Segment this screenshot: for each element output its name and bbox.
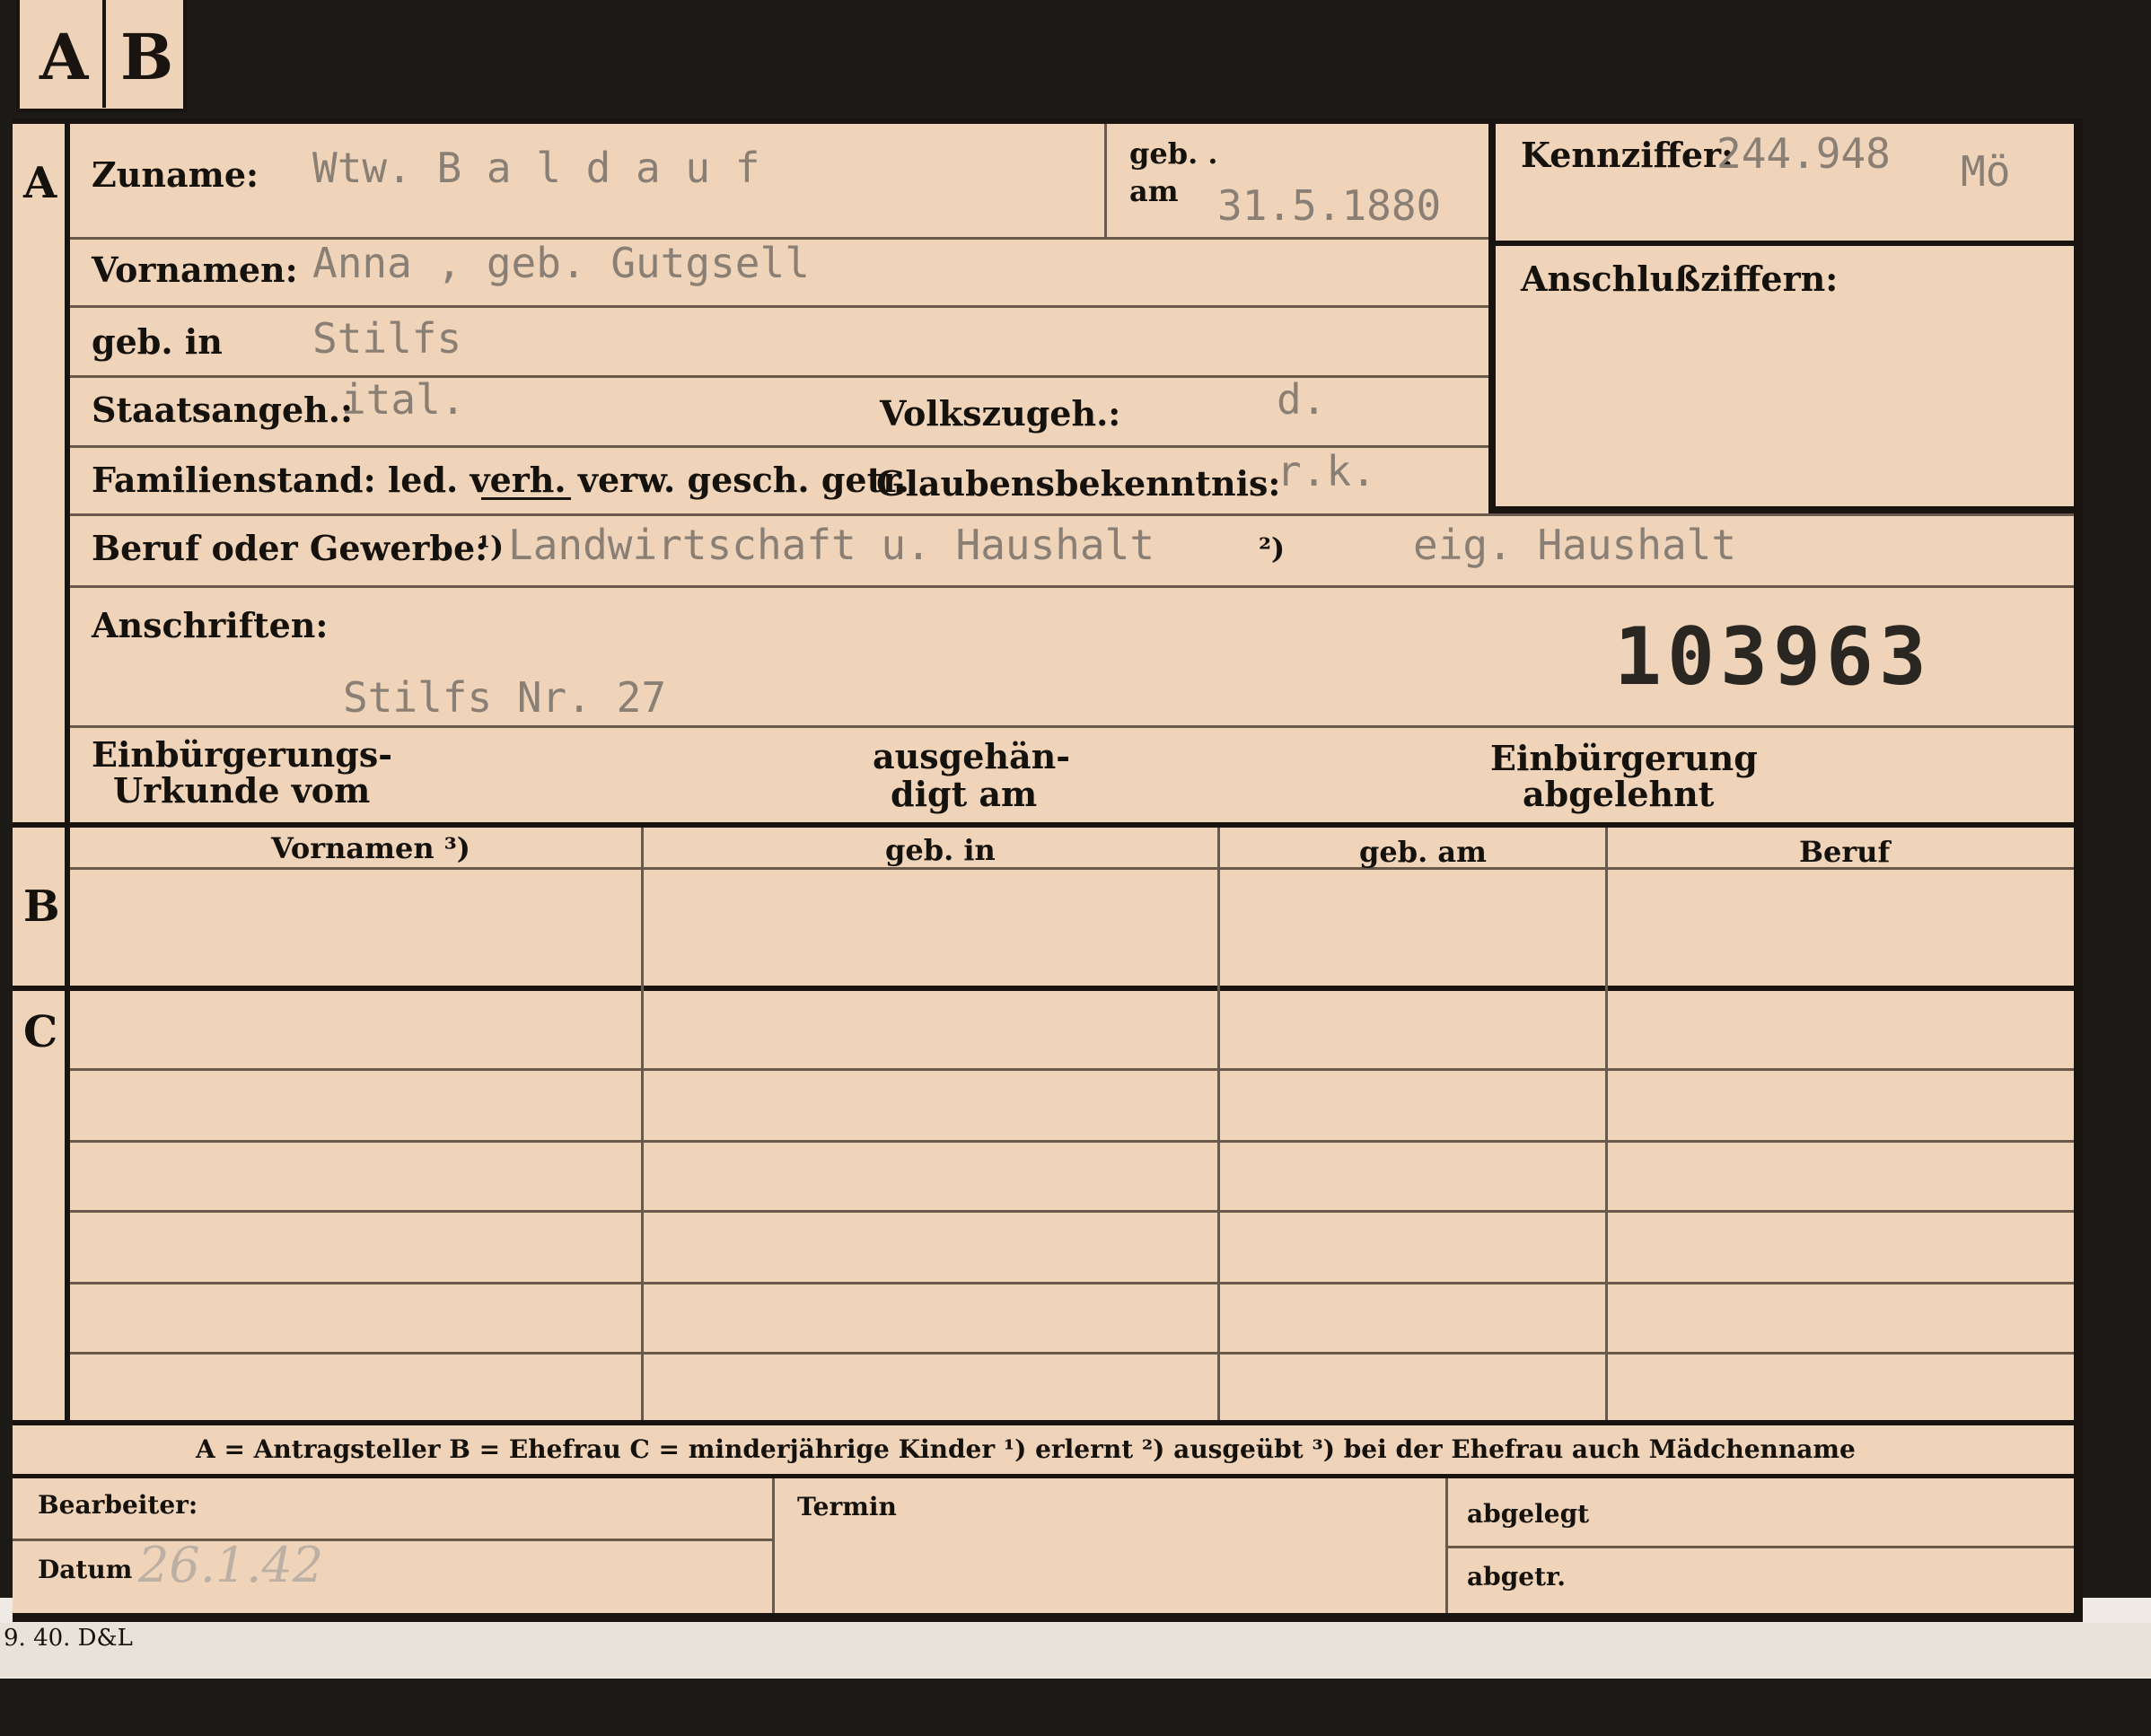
geb-am-value: 31.5.1880 [1217,181,1442,230]
registration-card: A B C Zuname: Wtw. B a l d a u f geb. . … [13,118,2083,1622]
beruf-mark-2: ²) [1259,531,1286,566]
glaubensbekenntnis-value: r.k. [1277,447,1376,495]
familienstand-underline [481,497,571,500]
section-b-label: B [23,881,60,932]
glaubensbekenntnis-label: Glaubensbekenntnis: [876,463,1281,504]
termin-label: Termin [797,1492,897,1521]
beruf-mark-1: ¹) [478,530,505,564]
einbuergerung-abgelehnt-label-1: Einbürgerung [1490,738,1758,778]
abgelegt-label: abgelegt [1467,1499,1590,1529]
table-col-divider-3 [1605,828,1608,1420]
volkszugeh-value: d. [1277,375,1327,424]
table-row-line-1 [70,1068,2074,1071]
am-label: am [1129,174,1179,208]
frame-right [2074,118,2083,1622]
beruf-label: Beruf oder Gewerbe: [92,528,488,568]
index-tab: A B [16,0,187,112]
table-header-line [70,867,2074,870]
legend-text: A = Antragsteller B = Ehefrau C = minder… [196,1434,1856,1464]
tab-letter-b: B [120,20,174,94]
table-col-divider-1 [641,828,644,1420]
vornamen-value: Anna , geb. Gutgsell [312,239,810,287]
stamp-number: 103963 [1614,610,1932,703]
einbuergerung-abgelehnt-label-2: abgelehnt [1523,774,1715,814]
kennziffer-label: Kennziffer: [1521,135,1734,175]
kennziffer-box-divider [1496,241,2079,246]
ausgehaendigt-label-2: digt am [891,774,1038,814]
table-header-beruf: Beruf [1799,835,1891,869]
table-row-line-3 [70,1210,2074,1213]
kennziffer-suffix: Mö [1961,147,2011,196]
section-c-label: C [23,1007,58,1057]
legend-top-line [13,1420,2074,1425]
datum-value: 26.1.42 [138,1537,324,1593]
row-line-5 [70,513,2074,516]
row-line-2 [70,305,1488,308]
zuname-label: Zuname: [92,154,259,195]
staatsangeh-value: ital. [341,375,466,424]
bearbeiter-label: Bearbeiter: [38,1490,198,1520]
vornamen-label: Vornamen: [92,250,298,290]
familienstand-label: Familienstand: led. verh. verw. gesch. g… [92,460,909,500]
section-b-top-line [13,822,2074,828]
beruf-value-1: Landwirtschaft u. Haushalt [508,521,1155,569]
geb-in-label: geb. in [92,321,223,362]
einbuergerung-urkunde-label-1: Einbürgerungs- [92,734,393,775]
kennziffer-value: 244.948 [1716,129,1891,178]
geb-in-value: Stilfs [312,314,462,363]
anschriften-value: Stilfs Nr. 27 [343,673,667,722]
footer-divider-1 [772,1478,775,1613]
einbuergerung-urkunde-label-2: Urkunde vom [113,770,371,811]
table-row-line-4 [70,1282,2074,1284]
geb-am-divider [1104,124,1107,237]
table-header-geb-in: geb. in [885,833,996,867]
table-row-line-2 [70,1140,2074,1143]
frame-top [13,118,2083,124]
tab-letter-a: A [40,20,89,94]
legend-bottom-line [13,1474,2074,1478]
section-a-label: A [23,158,57,208]
frame-bottom [13,1613,2083,1622]
anschlussziffern-label: Anschlußziffern: [1521,259,1839,299]
staatsangeh-label: Staatsangeh.: [92,390,354,430]
abgetr-label: abgetr. [1467,1562,1566,1591]
footer-right-row-line [1448,1546,2074,1548]
print-imprint: 9. 40. D&L [0,1623,2151,1677]
table-row-line-5 [70,1352,2074,1355]
row-line-4 [70,445,1488,448]
tab-divider [102,0,106,108]
geb-label: geb. . [1129,136,1218,171]
table-header-vornamen: Vornamen ³) [271,831,470,865]
table-col-divider-2 [1217,828,1220,1420]
footer-left-row-line [13,1539,772,1541]
zuname-value: Wtw. B a l d a u f [312,144,760,192]
section-c-top-line [13,986,2074,991]
kennziffer-box-left [1488,118,1496,513]
volkszugeh-label: Volkszugeh.: [880,393,1121,434]
beruf-value-2: eig. Haushalt [1413,521,1737,569]
anschriften-label: Anschriften: [92,605,329,645]
ausgehaendigt-label-1: ausgehän- [873,736,1071,776]
datum-label: Datum [38,1555,133,1584]
row-line-6 [70,585,2074,588]
row-line-3 [70,375,1488,378]
section-column-divider [65,118,70,1420]
table-header-geb-am: geb. am [1359,835,1487,869]
row-line-7 [70,725,2074,728]
